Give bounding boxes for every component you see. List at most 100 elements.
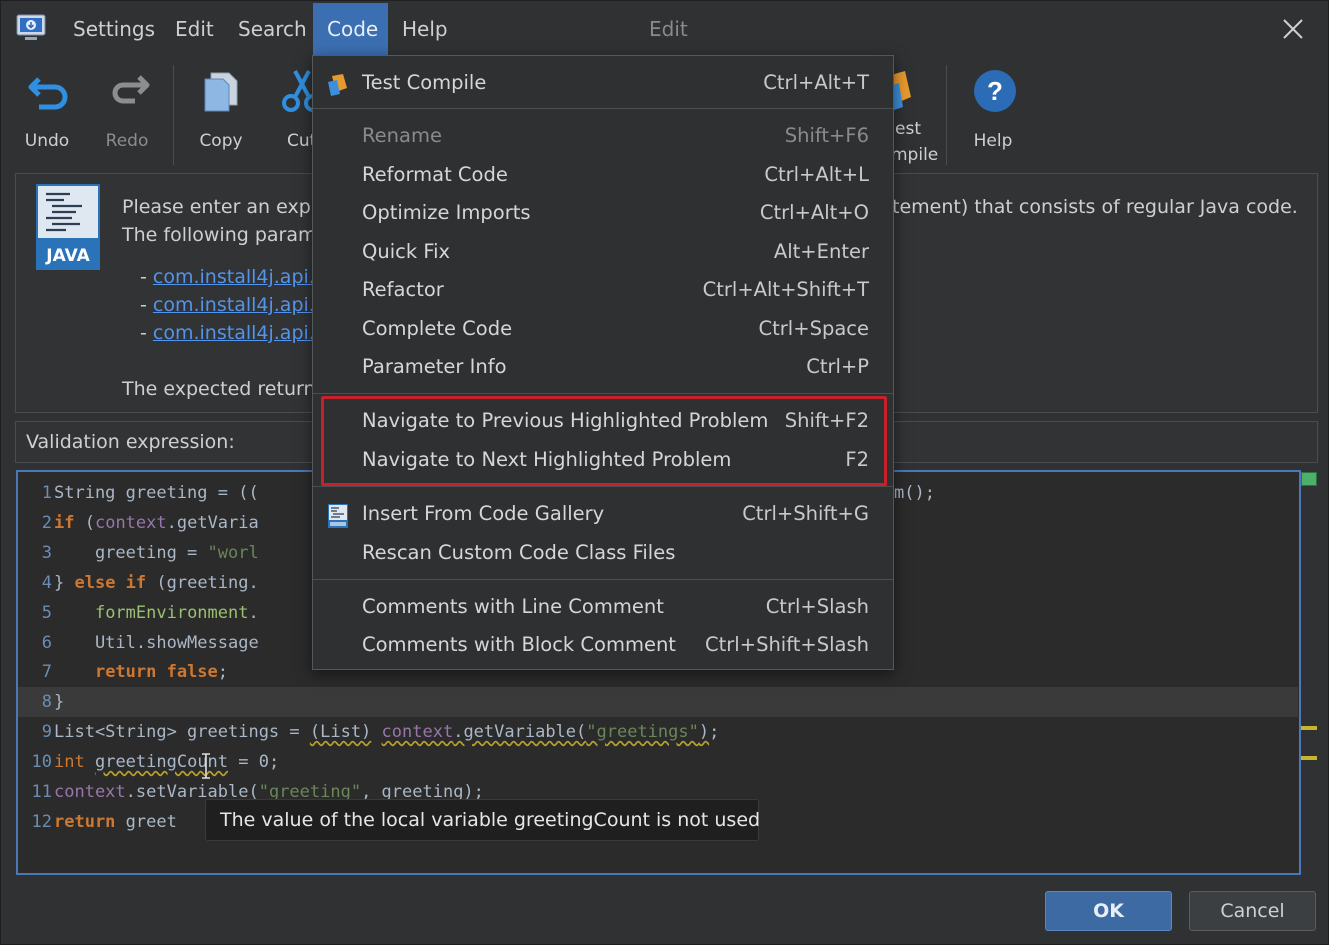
ok-button[interactable]: OK [1045,891,1172,931]
line-number: 9 [41,722,52,743]
menu-item-label: Parameter Info [362,355,507,378]
test-compile-label-2: mpile [891,145,939,165]
code-token: "greetings" [586,722,699,743]
code-token: else if [74,572,147,593]
menu-item-refactor[interactable]: Refactor Ctrl+Alt+Shift+T [313,271,893,309]
test-compile-icon [328,74,347,96]
menu-settings[interactable]: Settings [59,3,169,55]
code-line[interactable]: 8} [18,687,1298,718]
menu-separator [313,486,893,487]
menu-edit[interactable]: Edit [161,3,228,55]
menu-item-label: Refactor [362,278,444,301]
code-token: } [54,572,75,593]
problem-tooltip: The value of the local variable greeting… [205,799,760,841]
line-number: 8 [41,692,52,713]
menu-item-shortcut: Ctrl+Space [758,317,869,340]
app-icon [16,14,46,40]
cut-label: Cut [287,131,313,151]
code-gallery-icon [328,504,348,528]
menu-item-shortcut: Ctrl+Alt+O [759,201,869,224]
menu-item-quick-fix[interactable]: Quick Fix Alt+Enter [313,233,893,271]
line-number: 3 [41,542,52,563]
code-token: ( [74,512,95,533]
close-icon[interactable] [1277,13,1309,45]
menu-item-insert-from-code-gallery[interactable]: Insert From Code Gallery Ctrl+Shift+G [313,495,893,533]
code-token: return [54,811,116,832]
menu-item-label: Reformat Code [362,163,508,186]
api-link[interactable]: - com.install4j.api.f [140,322,322,344]
copy-label: Copy [199,131,243,151]
menu-search[interactable]: Search [224,3,321,55]
text-cursor-icon [202,753,210,779]
code-token: } [54,692,65,713]
api-link-text[interactable]: com.install4j.api.f [153,322,322,344]
menu-item-rename[interactable]: Rename Shift+F6 [313,117,893,155]
menu-item-complete-code[interactable]: Complete Code Ctrl+Space [313,310,893,348]
test-compile-label-1: est [895,119,921,139]
warning-marker[interactable] [1301,726,1317,730]
window-title: Edit [649,17,688,41]
code-token: if [54,512,75,533]
code-token: .getVariable( [453,722,587,743]
menu-item-label: Test Compile [362,71,487,94]
menu-item-label: Complete Code [362,317,513,340]
code-menu-dropdown: Test Compile Ctrl+Alt+T Rename Shift+F6 … [312,55,894,670]
menu-help[interactable]: Help [388,3,462,55]
menu-code[interactable]: Code [313,3,388,55]
validation-label: Validation expression: [26,431,235,453]
line-number: 5 [41,602,52,623]
menu-item-optimize-imports[interactable]: Optimize Imports Ctrl+Alt+O [313,194,893,232]
api-link-text[interactable]: com.install4j.api.s [153,294,325,316]
line-number: 7 [41,662,52,683]
link-bullet: - [140,322,153,344]
redo-icon [112,75,150,104]
svg-text:JAVA: JAVA [45,246,90,266]
cut-button[interactable]: Cut [263,57,313,169]
menu-item-line-comment[interactable]: Comments with Line Comment Ctrl+Slash [313,588,893,626]
code-token: greet [115,811,177,832]
line-number: 6 [41,632,52,653]
menu-item-reformat-code[interactable]: Reformat Code Ctrl+Alt+L [313,156,893,194]
code-token: m(); [894,483,935,503]
code-token: context [381,722,454,743]
api-link[interactable]: - com.install4j.api.c [140,266,325,288]
menu-item-test-compile[interactable]: Test Compile Ctrl+Alt+T [313,64,893,102]
menu-item-shortcut: Ctrl+Slash [765,595,869,618]
svg-text:?: ? [987,76,1003,106]
info-line-2: The following param [122,224,317,246]
cancel-button[interactable]: Cancel [1189,891,1316,931]
cut-icon [282,70,313,112]
redo-button[interactable]: Redo [87,57,167,169]
code-token: (List) [309,722,372,743]
menu-item-rescan-custom-code[interactable]: Rescan Custom Code Class Files [313,534,893,572]
help-button[interactable]: ? Help [953,57,1033,169]
code-token: ) [698,722,710,743]
line-number: 2 [41,512,52,533]
menu-item-label: Comments with Line Comment [362,595,664,618]
help-icon: ? [974,70,1016,112]
api-link-text[interactable]: com.install4j.api.c [153,266,325,288]
menu-item-parameter-info[interactable]: Parameter Info Ctrl+P [313,348,893,386]
java-logo: JAVA [36,184,100,270]
api-link[interactable]: - com.install4j.api.s [140,294,325,316]
code-line[interactable]: 9 List<String> greetings = (List) context… [18,717,1298,747]
copy-button[interactable]: Copy [181,57,261,169]
status-ok-marker [1301,472,1317,486]
code-token: int [54,752,85,773]
menu-item-label: Insert From Code Gallery [362,502,605,525]
code-token: context [54,782,126,802]
warning-marker[interactable] [1301,756,1317,760]
undo-label: Undo [24,131,70,151]
menu-bar: Settings Edit Search Code Help Edit [1,1,1328,57]
menu-item-shortcut: Ctrl+Shift+Slash [705,633,869,656]
menu-item-shortcut: Ctrl+P [806,355,869,378]
undo-button[interactable]: Undo [7,57,87,169]
menu-item-block-comment[interactable]: Comments with Block Comment Ctrl+Shift+S… [313,626,893,664]
toolbar-separator [173,65,174,165]
line-number: 10 [31,752,52,773]
menu-item-shortcut: Ctrl+Alt+L [764,163,869,186]
line-number: 11 [31,782,52,802]
